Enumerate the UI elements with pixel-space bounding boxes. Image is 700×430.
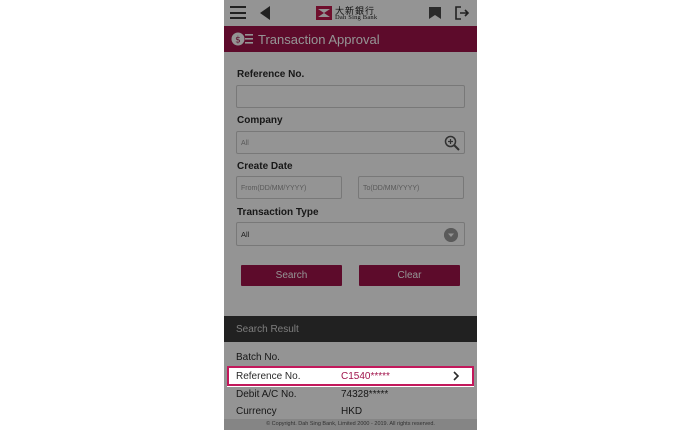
title-bar: $ Transaction Approval bbox=[224, 26, 477, 52]
transaction-type-label: Transaction Type bbox=[237, 207, 319, 218]
result-key: Batch No. bbox=[236, 352, 280, 363]
app-screen: 大新銀行 Dah Sing Bank $ Transaction Approva… bbox=[224, 0, 477, 430]
svg-text:$: $ bbox=[235, 36, 241, 46]
result-key: Debit A/C No. bbox=[236, 389, 297, 400]
search-result-header: Search Result bbox=[224, 316, 477, 342]
from-date-placeholder: From(DD/MM/YYYY) bbox=[241, 185, 307, 192]
create-date-label: Create Date bbox=[237, 161, 293, 172]
top-navbar: 大新銀行 Dah Sing Bank bbox=[224, 0, 477, 25]
bank-name-en: Dah Sing Bank bbox=[335, 14, 378, 21]
transaction-approval-icon: $ bbox=[231, 32, 253, 46]
page-title: Transaction Approval bbox=[258, 32, 380, 47]
company-label: Company bbox=[237, 115, 283, 126]
result-row-batch: Batch No. bbox=[224, 349, 477, 367]
search-zoom-icon[interactable] bbox=[444, 135, 460, 151]
result-row-debit: Debit A/C No. 74328***** bbox=[224, 386, 477, 404]
search-result-title: Search Result bbox=[236, 324, 299, 335]
bank-logo: 大新銀行 Dah Sing Bank bbox=[316, 3, 386, 23]
company-field[interactable]: All bbox=[236, 131, 465, 154]
dropdown-caret-icon bbox=[444, 228, 458, 242]
result-value: 74328***** bbox=[341, 389, 389, 400]
from-date-input[interactable]: From(DD/MM/YYYY) bbox=[236, 176, 342, 199]
chevron-right-icon bbox=[453, 371, 460, 381]
search-button[interactable]: Search bbox=[241, 265, 342, 286]
result-value: C1540***** bbox=[341, 371, 390, 382]
result-row-reference[interactable]: Reference No. C1540***** bbox=[227, 366, 474, 386]
back-arrow-icon[interactable] bbox=[258, 5, 272, 21]
to-date-placeholder: To(DD/MM/YYYY) bbox=[363, 185, 420, 192]
clear-button[interactable]: Clear bbox=[359, 265, 460, 286]
transaction-type-select[interactable]: All bbox=[236, 222, 465, 246]
dim-overlay-right bbox=[474, 366, 477, 387]
menu-icon[interactable] bbox=[230, 6, 246, 19]
result-key: Reference No. bbox=[236, 371, 301, 382]
flag-icon[interactable] bbox=[428, 6, 442, 20]
bank-logo-mark bbox=[316, 6, 332, 20]
copyright-text: © Copyright. Dah Sing Bank, Limited 2000… bbox=[266, 421, 435, 427]
reference-input[interactable] bbox=[236, 85, 465, 108]
result-value: HKD bbox=[341, 406, 363, 417]
transaction-type-value: All bbox=[241, 230, 250, 239]
to-date-input[interactable]: To(DD/MM/YYYY) bbox=[358, 176, 464, 199]
footer: © Copyright. Dah Sing Bank, Limited 2000… bbox=[224, 419, 477, 430]
result-key: Currency bbox=[236, 406, 277, 417]
logout-icon[interactable] bbox=[454, 5, 470, 21]
reference-label: Reference No. bbox=[237, 69, 305, 80]
company-value: All bbox=[241, 140, 249, 147]
